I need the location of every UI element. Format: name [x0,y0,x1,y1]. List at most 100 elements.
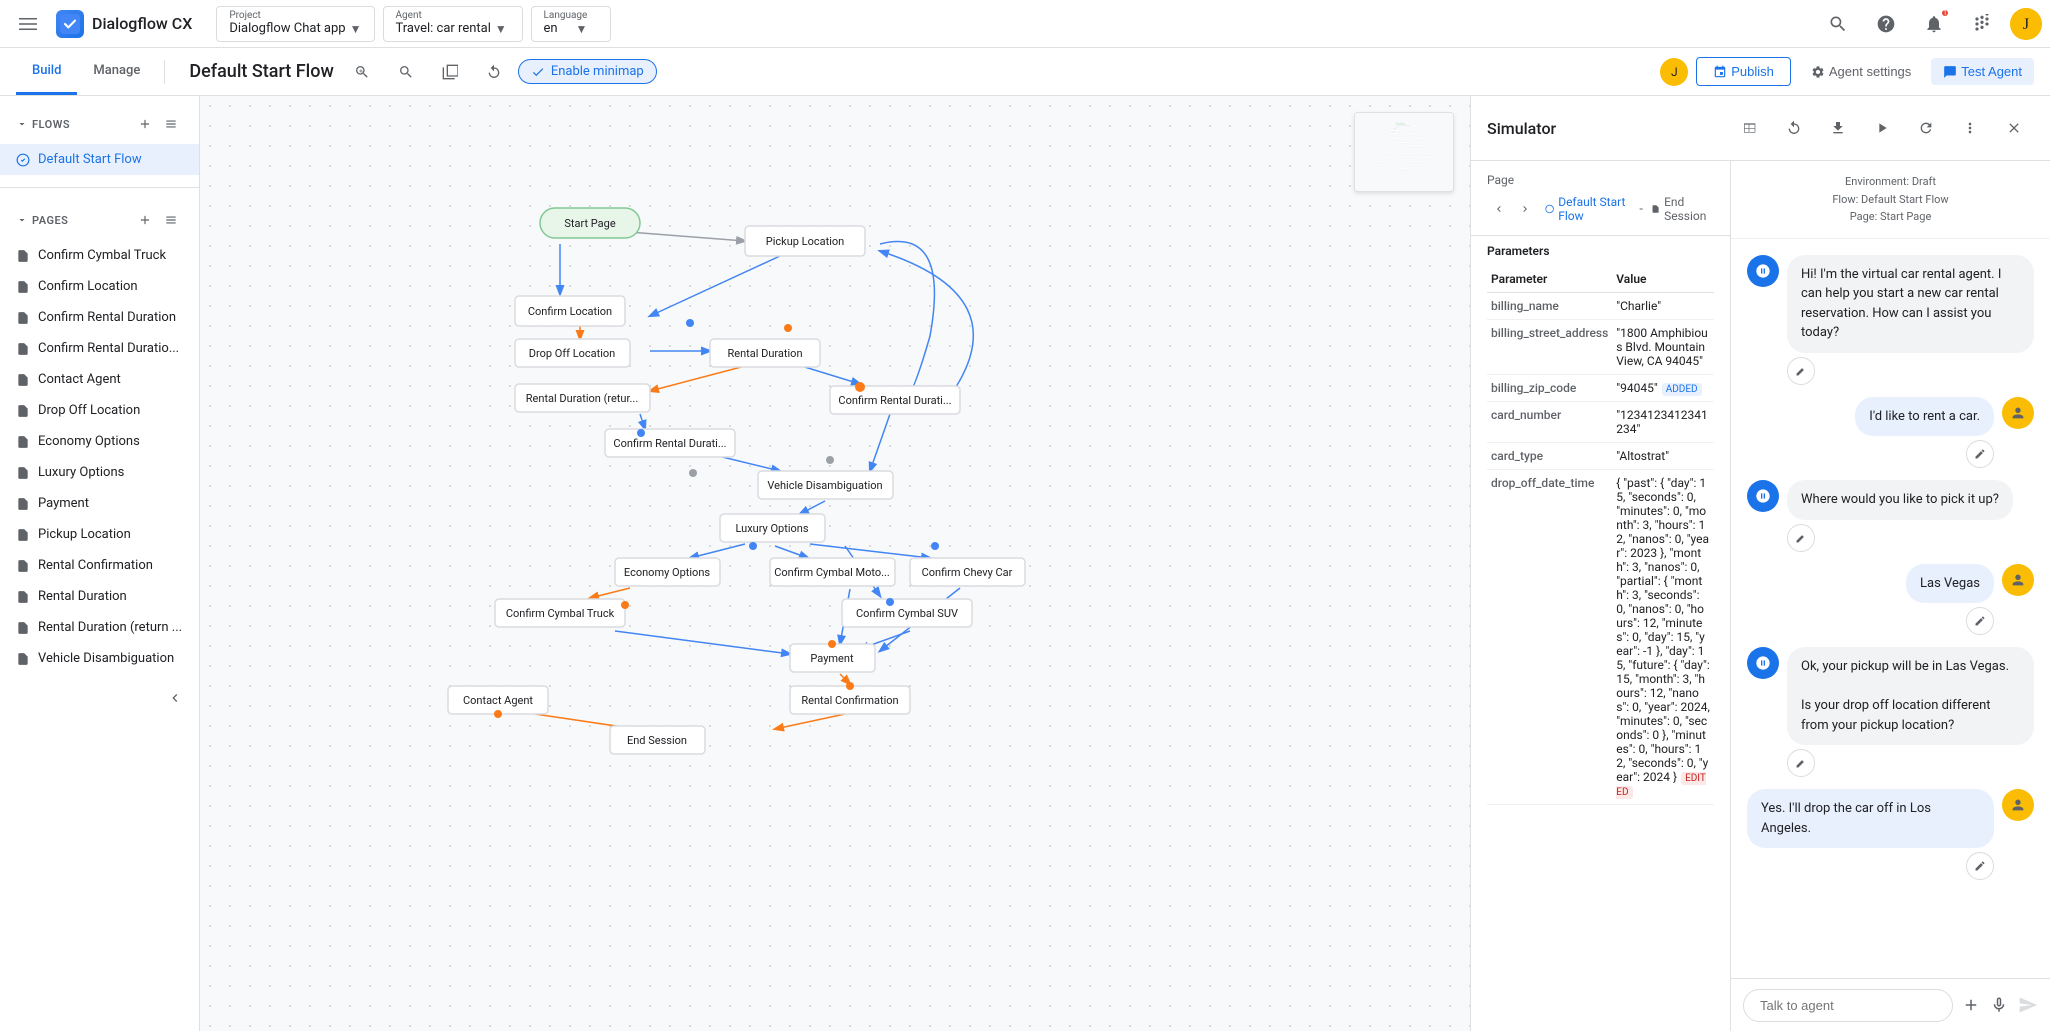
env-line1: Environment: Draft [1845,175,1936,188]
page-nav-prev[interactable] [1487,197,1511,221]
sidebar-item-page[interactable]: Economy Options [0,426,199,457]
sidebar-item-page[interactable]: Rental Confirmation [0,550,199,581]
flows-section: FLOWS Default Start Flow [0,96,199,183]
publish-button[interactable]: Publish [1696,57,1791,86]
test-agent-button[interactable]: Test Agent [1931,58,2034,85]
sidebar-item-page[interactable]: Luxury Options [0,457,199,488]
search-button[interactable] [1818,4,1858,44]
app-name: Dialogflow CX [92,14,192,33]
bubble-wrapper: Ok, your pickup will be in Las Vegas. Is… [1787,647,2034,777]
minimap-toggle[interactable]: Enable minimap [518,59,657,84]
sidebar-item-page[interactable]: Confirm Rental Duratio... [0,333,199,364]
user-avatar[interactable] [2010,8,2042,40]
page-flow-link[interactable]: Default Start Flow [1545,195,1631,223]
fit-view-button[interactable] [430,52,470,92]
message-copy-button[interactable] [1787,749,1815,777]
chat-mic-button[interactable] [1989,987,2009,1023]
tab-manage[interactable]: Manage [77,49,156,95]
message-edit-button[interactable] [1966,440,1994,468]
add-page-button[interactable] [133,208,157,232]
chat-bubble-actions [1966,852,1994,880]
simulator-close-button[interactable] [1994,108,2034,148]
pages-menu-button[interactable] [159,208,183,232]
param-value: { "past": { "day": 15, "seconds": 0, "mi… [1612,470,1714,805]
params-section: Parameters Parameter Value billing_name … [1471,236,1730,813]
sidebar-collapse-button[interactable] [0,682,199,714]
page-nav-next[interactable] [1513,197,1537,221]
add-flow-button[interactable] [133,112,157,136]
sidebar-item-page[interactable]: Drop Off Location [0,395,199,426]
chat-message-user: Yes. I'll drop the car off in Los Angele… [1747,789,2034,880]
sidebar-item-page[interactable]: Rental Duration [0,581,199,612]
simulator-undo-button[interactable] [1774,108,1814,148]
flows-menu-button[interactable] [159,112,183,136]
sidebar-item-page[interactable]: Confirm Cymbal Truck [0,240,199,271]
sidebar-item-page[interactable]: Confirm Location [0,271,199,302]
undo-button[interactable] [474,52,514,92]
zoom-in-button[interactable] [342,52,382,92]
simulator-panel: Simulator [1470,96,2050,1031]
page-sep: - [1639,202,1643,217]
language-value: en [544,21,558,36]
svg-text:Contact Agent: Contact Agent [463,694,533,707]
pages-list: Confirm Cymbal Truck Confirm Location Co… [0,240,199,674]
page-session-label: End Session [1664,195,1714,223]
param-row: drop_off_date_time { "past": { "day": 15… [1487,470,1714,805]
env-line3: Page: Start Page [1850,210,1932,223]
simulator-play-button[interactable] [1862,108,1902,148]
sidebar-page-label: Confirm Rental Duration [38,310,176,325]
sidebar-item-page[interactable]: Rental Duration (return ... [0,612,199,643]
pages-icons [133,208,183,232]
default-flow-label: Default Start Flow [38,152,142,167]
project-dropdown[interactable]: Project Dialogflow Chat app ▼ [216,6,374,42]
chat-bubble-text: Hi! I'm the virtual car rental agent. I … [1787,255,2034,353]
sidebar-item-page[interactable]: Pickup Location [0,519,199,550]
param-value: "1234123412341234" [1612,402,1714,443]
agent-dropdown[interactable]: Agent Travel: car rental ▼ [383,6,523,42]
svg-text:Start Page: Start Page [564,217,615,230]
bubble-wrapper: Hi! I'm the virtual car rental agent. I … [1787,255,2034,385]
notifications-button[interactable]: 1 [1914,4,1954,44]
sidebar-page-label: Drop Off Location [38,403,140,418]
message-copy-button[interactable] [1787,524,1815,552]
tab-build[interactable]: Build [16,49,77,95]
flow-canvas[interactable]: Start Page Pickup Location Confirm Locat… [200,96,1470,1031]
sidebar-item-default-flow[interactable]: Default Start Flow [0,144,199,175]
help-button[interactable] [1866,4,1906,44]
sidebar-divider [0,187,199,188]
sidebar-item-page[interactable]: Confirm Rental Duration [0,302,199,333]
zoom-search-button[interactable] [386,52,426,92]
simulator-more-button[interactable] [1950,108,1990,148]
message-edit-button[interactable] [1966,607,1994,635]
chat-input[interactable] [1743,989,1953,1022]
sidebar-page-label: Rental Confirmation [38,558,153,573]
svg-text:Drop Off Location: Drop Off Location [529,347,616,360]
sidebar-page-label: Confirm Location [38,279,138,294]
sidebar-item-page[interactable]: Vehicle Disambiguation [0,643,199,674]
param-value: "Charlie" [1612,293,1714,320]
menu-icon[interactable] [8,4,48,44]
sidebar-page-label: Luxury Options [38,465,124,480]
chat-message-user: Las Vegas [1747,564,2034,636]
param-name: drop_off_date_time [1487,470,1612,805]
chat-add-button[interactable] [1961,987,1981,1023]
message-edit-button[interactable] [1966,852,1994,880]
language-dropdown[interactable]: Language en ▼ [531,6,611,42]
agent-settings-button[interactable]: Agent settings [1799,58,1923,85]
param-row: billing_name "Charlie" [1487,293,1714,320]
flows-label: FLOWS [16,118,70,131]
simulator-layout-button[interactable] [1730,108,1770,148]
flow-svg: Start Page Pickup Location Confirm Locat… [200,96,1470,1031]
added-badge: ADDED [1662,383,1702,396]
sidebar-item-page[interactable]: Payment [0,488,199,519]
param-name: billing_zip_code [1487,375,1612,402]
message-copy-button[interactable] [1787,357,1815,385]
params-scroll[interactable]: Parameters Parameter Value billing_name … [1471,236,1730,1031]
chat-send-button[interactable] [2018,987,2038,1023]
chat-bubble-actions [1966,607,1994,635]
sidebar-item-page[interactable]: Contact Agent [0,364,199,395]
simulator-export-button[interactable] [1818,108,1858,148]
chat-bubble-text: Ok, your pickup will be in Las Vegas. Is… [1787,647,2034,745]
apps-button[interactable] [1962,4,2002,44]
simulator-refresh-button[interactable] [1906,108,1946,148]
